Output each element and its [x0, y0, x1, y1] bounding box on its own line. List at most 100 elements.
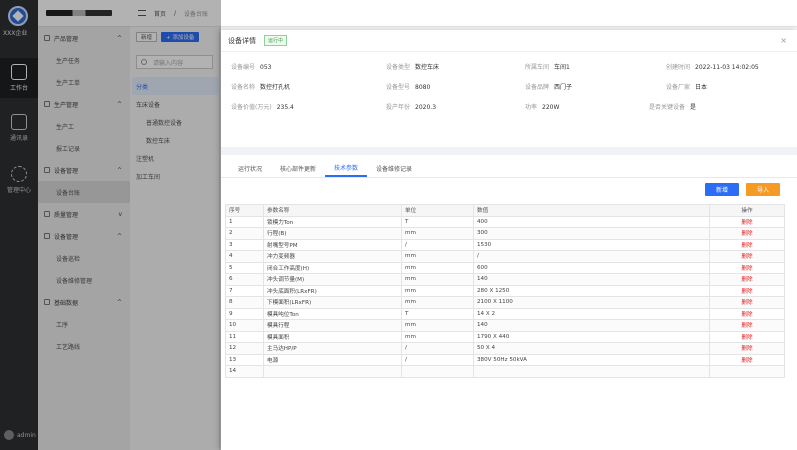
import-button[interactable]: 导入: [746, 183, 780, 196]
delete-link[interactable]: [709, 365, 785, 378]
table-cell: 电源: [263, 353, 402, 366]
table-row: 1 锁模力Ton T 400 删除: [225, 215, 785, 228]
info-field: 设备编号 053: [231, 64, 272, 71]
table-row: 6 冲头调节量(M) mm 140 删除: [225, 273, 785, 286]
table-cell: [263, 365, 402, 378]
table-cell: 2: [225, 227, 264, 240]
delete-link[interactable]: 删除: [709, 273, 785, 286]
table-cell: 模具吨位Ton: [263, 307, 402, 320]
table-row: 13 电源/380V 50Hz 50kVA 删除: [225, 353, 785, 366]
table-cell: 冲头调节量(M): [263, 273, 402, 286]
table-row: 3 射嘴型号PM/1530 删除: [225, 238, 785, 251]
status-badge: 运行中: [264, 35, 288, 46]
table-cell: 1790 X 440: [473, 330, 710, 343]
table-cell: 1530: [473, 238, 710, 251]
table-cell: 6: [225, 273, 264, 286]
column-header: 数值: [473, 204, 710, 217]
delete-link[interactable]: 删除: [709, 261, 785, 274]
close-icon[interactable]: ×: [780, 36, 787, 45]
tab-core-parts[interactable]: 核心部件更新: [271, 159, 325, 177]
delete-link[interactable]: 删除: [709, 342, 785, 355]
table-cell: 14 X 2: [473, 307, 710, 320]
device-detail-drawer: 设备详情 运行中 × 设备编号 053 设备类型 数控车床 所属车间 车间1 创建时间…: [221, 30, 797, 450]
table-cell: 1: [225, 215, 264, 228]
delete-link[interactable]: 删除: [709, 227, 785, 240]
table-cell: 140: [473, 319, 710, 332]
table-cell: 冲头底面积(LRxFR): [263, 284, 402, 297]
table-cell: 主马达HP/P: [263, 342, 402, 355]
table-cell: 14: [225, 365, 264, 378]
delete-link[interactable]: 删除: [709, 250, 785, 263]
column-header: 单位: [401, 204, 474, 217]
table-cell: 模具面积: [263, 330, 402, 343]
table-cell: [473, 365, 710, 378]
detail-tabs: 运行状况 核心部件更新 技术参数 设备维修记录: [221, 159, 421, 177]
add-param-button[interactable]: 新增: [705, 183, 739, 196]
table-cell: /: [473, 250, 710, 263]
table-row: 9 模具吨位Ton T 14 X 2 删除: [225, 307, 785, 320]
delete-link[interactable]: 删除: [709, 238, 785, 251]
params-table: 序号 参数名称 单位 数值 操作 1 锁模力Ton T 400 删除 2 行程(B) mm 300 删除 3…: [225, 204, 785, 378]
device-info: 设备编号 053 设备类型 数控车床 所属车间 车间1 创建时间 2022-11-03 …: [221, 52, 797, 146]
table-cell: 冲力变频器: [263, 250, 402, 263]
table-cell: 10: [225, 319, 264, 332]
table-cell: 5: [225, 261, 264, 274]
delete-link[interactable]: 删除: [709, 307, 785, 320]
delete-link[interactable]: 删除: [709, 319, 785, 332]
delete-link[interactable]: 删除: [709, 296, 785, 309]
info-field: 设备类型 数控车床: [386, 64, 440, 71]
info-field: 设备品牌 西门子: [525, 84, 573, 91]
table-cell: 7: [225, 284, 264, 297]
table-cell: 8: [225, 296, 264, 309]
table-cell: 140: [473, 273, 710, 286]
table-row: 14: [225, 365, 785, 378]
table-row: 8 下模面积(LRxFR) mm 2100 X 1100 删除: [225, 296, 785, 309]
table-cell: 12: [225, 342, 264, 355]
table-cell: 11: [225, 330, 264, 343]
delete-link[interactable]: 删除: [709, 330, 785, 343]
delete-link[interactable]: 删除: [709, 284, 785, 297]
delete-link[interactable]: 删除: [709, 353, 785, 366]
table-cell: 380V 50Hz 50kVA: [473, 353, 710, 366]
table-row: 11 模具面积 mm 1790 X 440 删除: [225, 330, 785, 343]
table-cell: 下模面积(LRxFR): [263, 296, 402, 309]
info-field: 设备名称 数控打孔机: [231, 84, 291, 91]
table-row: 7 冲头底面积(LRxFR) mm 280 X 1250 删除: [225, 284, 785, 297]
table-cell: 280 X 1250: [473, 284, 710, 297]
tab-repair-records[interactable]: 设备维修记录: [367, 159, 421, 177]
table-cell: mm: [401, 250, 474, 263]
drawer-header: 设备详情 运行中 ×: [221, 30, 797, 52]
table-cell: 3: [225, 238, 264, 251]
table-cell: /: [401, 353, 474, 366]
delete-link[interactable]: 删除: [709, 215, 785, 228]
table-cell: 闭合工作高度(H): [263, 261, 402, 274]
table-cell: 400: [473, 215, 710, 228]
info-field: 设备型号 8080: [386, 84, 431, 91]
table-cell: /: [401, 238, 474, 251]
column-header: 序号: [225, 204, 264, 217]
table-cell: 300: [473, 227, 710, 240]
table-cell: 射嘴型号PM: [263, 238, 402, 251]
table-cell: [401, 365, 474, 378]
table-row: 12 主马达HP/P/50 X 4 删除: [225, 342, 785, 355]
modal-mask[interactable]: [0, 0, 221, 450]
tab-tech-params[interactable]: 技术参数: [325, 159, 368, 177]
table-cell: T: [401, 307, 474, 320]
drawer-title: 设备详情: [228, 36, 256, 45]
table-cell: mm: [401, 273, 474, 286]
table-cell: 13: [225, 353, 264, 366]
tab-running-status[interactable]: 运行状况: [229, 159, 271, 177]
info-field: 设备厂家 日本: [666, 84, 708, 91]
info-field: 投产年份 2020.3: [386, 104, 437, 111]
table-cell: mm: [401, 330, 474, 343]
tab-panel: 运行状况 核心部件更新 技术参数 设备维修记录 新增 导入 序号 参数名称 单位 数值…: [221, 147, 797, 450]
table-cell: 模具行程: [263, 319, 402, 332]
table-cell: mm: [401, 296, 474, 309]
column-header: 操作: [709, 204, 785, 217]
table-row: 5 闭合工作高度(H) mm 600 删除: [225, 261, 785, 274]
info-field: 创建时间 2022-11-03 14:02:05: [666, 64, 759, 71]
table-cell: T: [401, 215, 474, 228]
table-cell: 4: [225, 250, 264, 263]
table-cell: /: [401, 342, 474, 355]
table-cell: 2100 X 1100: [473, 296, 710, 309]
